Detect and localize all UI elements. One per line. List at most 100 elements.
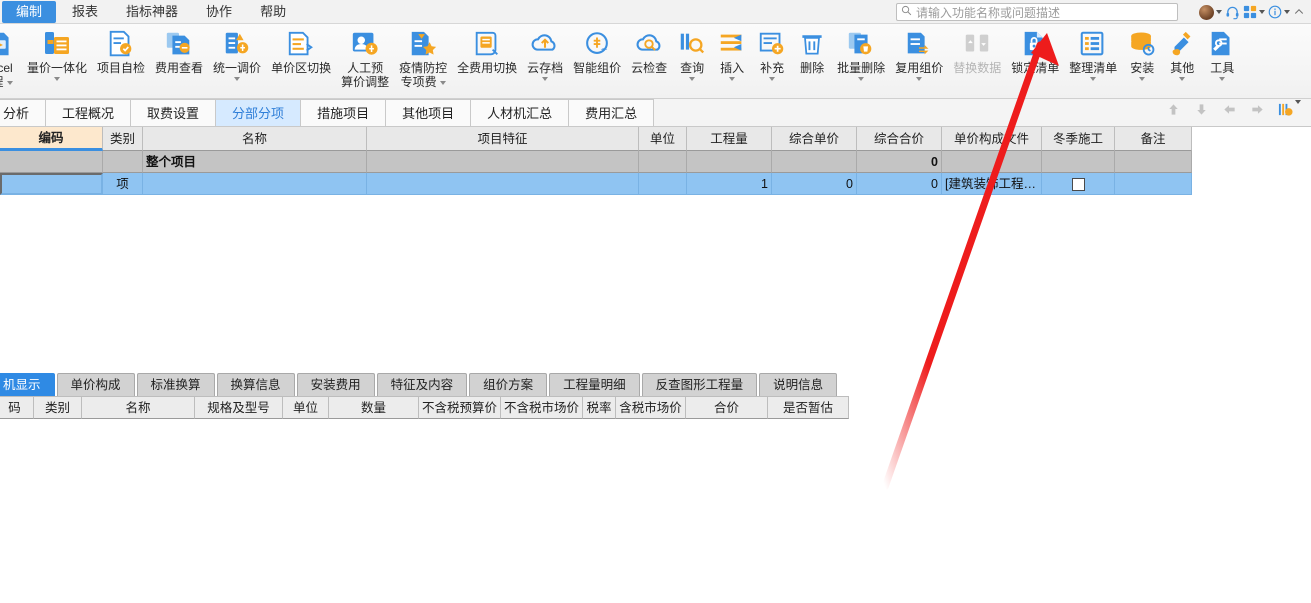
bottom-tab-shuomingxinxi[interactable]: 说明信息 bbox=[759, 373, 838, 396]
ribbon-reuse-pricing[interactable]: 复用组价 bbox=[890, 27, 948, 81]
bottom-col-buhanshuishichangjia[interactable]: 不含税市场价 bbox=[501, 396, 583, 419]
ribbon-import-excel[interactable]: xcel 程 bbox=[0, 27, 22, 89]
bottom-col-bianma[interactable]: 码 bbox=[0, 396, 34, 419]
tab-gongchenggaikuang[interactable]: 工程概况 bbox=[45, 99, 132, 126]
grid-col-mingcheng[interactable]: 名称 bbox=[143, 127, 367, 151]
menu-item-zhibiaoshenqi[interactable]: 指标神器 bbox=[112, 0, 192, 24]
headset-icon[interactable] bbox=[1225, 5, 1240, 20]
cell-beizhu[interactable] bbox=[1115, 173, 1192, 195]
bottom-tab-anzhuangfeiyong[interactable]: 安装费用 bbox=[296, 373, 375, 396]
grid-col-bianma[interactable]: 编码 bbox=[0, 127, 103, 151]
menu-item-baobiao[interactable]: 报表 bbox=[58, 0, 112, 24]
bottom-col-shifouzangu[interactable]: 是否暂估 bbox=[768, 396, 849, 419]
bottom-tab-danjiagoucheng[interactable]: 单价构成 bbox=[56, 373, 135, 396]
ribbon-install[interactable]: 安装 bbox=[1122, 27, 1162, 81]
ribbon-cost-view[interactable]: 费用查看 bbox=[150, 27, 208, 75]
tab-feiyonghuizong[interactable]: 费用汇总 bbox=[568, 99, 655, 126]
arrow-right-icon[interactable] bbox=[1250, 102, 1265, 122]
grid-col-gongchengliang[interactable]: 工程量 bbox=[687, 127, 772, 151]
ribbon-unified-price[interactable]: 统一调价 bbox=[208, 27, 266, 81]
cell-danwei[interactable] bbox=[639, 173, 687, 195]
table-row[interactable]: 整个项目 0 bbox=[0, 151, 1192, 173]
chevron-down-icon[interactable] bbox=[1139, 77, 1146, 81]
cell-dongjishigong[interactable] bbox=[1042, 151, 1115, 173]
bottom-col-shuliang[interactable]: 数量 bbox=[329, 396, 419, 419]
chevron-down-icon[interactable] bbox=[689, 77, 696, 81]
tab-qitaxiangmu[interactable]: 其他项目 bbox=[385, 99, 472, 126]
cell-zongheHejia[interactable]: 0 bbox=[857, 173, 942, 195]
cell-xiangmutezheng[interactable] bbox=[367, 151, 639, 173]
cell-gongchengliang[interactable] bbox=[687, 151, 772, 173]
chevron-down-icon[interactable] bbox=[769, 77, 776, 81]
ribbon-project-check[interactable]: 项目自检 bbox=[92, 27, 150, 75]
chevron-down-icon[interactable] bbox=[916, 77, 923, 81]
cell-beizhu[interactable] bbox=[1115, 151, 1192, 173]
info-icon[interactable] bbox=[1268, 5, 1290, 19]
grid-col-xiangmutezheng[interactable]: 项目特征 bbox=[367, 127, 639, 151]
grid-col-danjiagouchengwenjian[interactable]: 单价构成文件 bbox=[942, 127, 1042, 151]
search-input[interactable]: 请输入功能名称或问题描述 bbox=[896, 3, 1178, 21]
chevron-down-icon[interactable] bbox=[1179, 77, 1186, 81]
cell-leibie[interactable] bbox=[103, 151, 143, 173]
ribbon-batch-delete[interactable]: 批量删除 bbox=[832, 27, 890, 81]
bottom-tab-zujiafangan[interactable]: 组价方案 bbox=[469, 373, 548, 396]
bottom-col-buhanshuiyusuanjia[interactable]: 不含税预算价 bbox=[419, 396, 501, 419]
avatar[interactable] bbox=[1199, 4, 1222, 20]
cell-leibie[interactable]: 项 bbox=[103, 173, 143, 195]
bottom-col-mingcheng[interactable]: 名称 bbox=[82, 396, 195, 419]
ribbon-labor-budget[interactable]: 人工预 算价调整 bbox=[336, 27, 394, 89]
cell-zongheHejia[interactable]: 0 bbox=[857, 151, 942, 173]
bottom-col-hanshuishichangjia[interactable]: 含税市场价 bbox=[616, 396, 686, 419]
ribbon-epidemic-fee[interactable]: 疫情防控 专项费 bbox=[394, 27, 452, 89]
ribbon-query[interactable]: 查询 bbox=[672, 27, 712, 81]
chevron-down-icon[interactable] bbox=[542, 77, 549, 81]
ribbon-smart-pricing[interactable]: 智能组价 bbox=[568, 27, 626, 75]
cell-zongheDanjia[interactable] bbox=[772, 151, 857, 173]
grid-settings-icon[interactable] bbox=[1278, 100, 1301, 122]
apps-grid-icon[interactable] bbox=[1243, 5, 1265, 19]
ribbon-delete[interactable]: 删除 bbox=[792, 27, 832, 75]
bottom-col-shuilv[interactable]: 税率 bbox=[583, 396, 616, 419]
cell-danjiagoucheng[interactable] bbox=[942, 151, 1042, 173]
bottom-tab-rencaiji-display[interactable]: 机显示 bbox=[0, 373, 55, 396]
chevron-down-icon[interactable] bbox=[858, 77, 865, 81]
ribbon-quantity-price[interactable]: 量价一体化 bbox=[22, 27, 92, 81]
grid-col-danwei[interactable]: 单位 bbox=[639, 127, 687, 151]
arrow-left-icon[interactable] bbox=[1222, 102, 1237, 122]
cell-bianma-editing[interactable] bbox=[0, 173, 103, 195]
ribbon-price-zone-switch[interactable]: 单价区切换 bbox=[266, 27, 336, 75]
chevron-down-icon[interactable] bbox=[6, 81, 13, 85]
bottom-tab-fanchatuxing[interactable]: 反查图形工程量 bbox=[641, 373, 758, 396]
chevron-down-icon[interactable] bbox=[54, 77, 60, 81]
grid-col-leibie[interactable]: 类别 bbox=[103, 127, 143, 151]
ribbon-lock-list[interactable]: 锁定清单 bbox=[1006, 27, 1064, 75]
chevron-up-icon[interactable] bbox=[1293, 6, 1305, 18]
chevron-down-icon[interactable] bbox=[234, 77, 241, 81]
tab-qufeishezhi[interactable]: 取费设置 bbox=[130, 99, 217, 126]
tab-cuoshixiangmu[interactable]: 措施项目 bbox=[300, 99, 387, 126]
table-row[interactable]: 项 1 0 0 [建筑装饰工程… bbox=[0, 173, 1192, 195]
chevron-down-icon[interactable] bbox=[439, 81, 446, 85]
bottom-col-leibie[interactable]: 类别 bbox=[34, 396, 82, 419]
ribbon-tools[interactable]: 工具 bbox=[1202, 27, 1242, 81]
menu-item-bangzhu[interactable]: 帮助 bbox=[246, 0, 300, 24]
cell-zongheDanjia[interactable]: 0 bbox=[772, 173, 857, 195]
chevron-down-icon[interactable] bbox=[729, 77, 736, 81]
ribbon-cloud-archive[interactable]: 云存档 bbox=[522, 27, 568, 81]
ribbon-insert[interactable]: 插入 bbox=[712, 27, 752, 81]
ribbon-organize-list[interactable]: 整理清单 bbox=[1064, 27, 1122, 81]
grid-col-dongjishigong[interactable]: 冬季施工 bbox=[1042, 127, 1115, 151]
cell-dongjishigong[interactable] bbox=[1042, 173, 1115, 195]
chevron-down-icon[interactable] bbox=[1219, 77, 1226, 81]
cell-bianma[interactable] bbox=[0, 151, 103, 173]
ribbon-supplement[interactable]: 补充 bbox=[752, 27, 792, 81]
menu-item-xiezuo[interactable]: 协作 bbox=[192, 0, 246, 24]
cell-mingcheng[interactable] bbox=[143, 173, 367, 195]
arrow-down-icon[interactable] bbox=[1194, 102, 1209, 122]
tab-rencaijihuizong[interactable]: 人材机汇总 bbox=[470, 99, 570, 126]
winter-construction-checkbox[interactable] bbox=[1071, 178, 1085, 192]
bottom-tab-gongchengliangmingxi[interactable]: 工程量明细 bbox=[549, 373, 640, 396]
bottom-tab-tezhengjineirong[interactable]: 特征及内容 bbox=[376, 373, 468, 396]
bottom-tab-biaozhunhuansuan[interactable]: 标准换算 bbox=[136, 373, 215, 396]
tab-fenbufenxiang[interactable]: 分部分项 bbox=[215, 99, 302, 126]
